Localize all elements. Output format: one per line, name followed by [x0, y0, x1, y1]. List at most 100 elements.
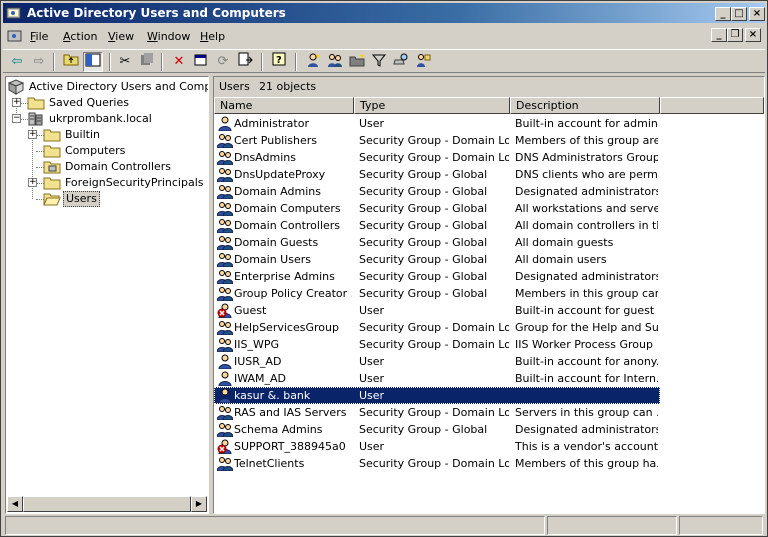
menu-action[interactable]: Action	[63, 30, 97, 43]
user-disabled-icon	[217, 302, 233, 319]
item-type: Security Group - Global	[359, 185, 488, 198]
mdi-restore-button[interactable]: ❐	[727, 28, 743, 42]
tree-horizontal-scrollbar[interactable]: ◀ ▶	[7, 496, 207, 512]
list-item[interactable]: TelnetClients Security Group - Domain Loc…	[214, 455, 660, 472]
list-item[interactable]: SUPPORT_388945a0 User This is a vendor's a…	[214, 438, 660, 455]
console-icon[interactable]	[7, 28, 23, 44]
list-item[interactable]: Domain Computers Security Group - Global A…	[214, 200, 660, 217]
status-panel-1	[5, 516, 545, 535]
list-item[interactable]: Domain Controllers Security Group - Globa…	[214, 217, 660, 234]
list-item[interactable]: Domain Users Security Group - Global All d…	[214, 251, 660, 268]
svg-text:?: ?	[276, 55, 282, 66]
console-tree[interactable]: Active Directory Users and Computers + S…	[5, 76, 209, 514]
list-item[interactable]: Schema Admins Security Group - Global Desi…	[214, 421, 660, 438]
list-item[interactable]: Domain Admins Security Group - Global Desi…	[214, 183, 660, 200]
up-folder-icon[interactable]	[61, 52, 81, 72]
list-item[interactable]: IWAM_AD User Built-in account for Intern..…	[214, 370, 660, 387]
item-name: Domain Guests	[234, 236, 319, 249]
forward-icon[interactable]: ⇨	[29, 52, 49, 72]
item-name: SUPPORT_388945a0	[234, 440, 346, 453]
item-type: Security Group - Global	[359, 168, 488, 181]
list-item[interactable]: Administrator User Built-in account for ad…	[214, 115, 660, 132]
title-bar[interactable]: Active Directory Users and Computers _ □…	[3, 3, 765, 23]
cut-icon[interactable]: ✂	[115, 52, 135, 72]
group-icon	[216, 217, 234, 234]
list-item[interactable]: Cert Publishers Security Group - Domain L…	[214, 132, 660, 149]
menu-window[interactable]: Window	[147, 30, 190, 43]
scroll-thumb[interactable]	[23, 496, 191, 512]
item-description: Members in this group can...	[515, 287, 658, 300]
tree-label-root: Active Directory Users and Computers	[29, 80, 209, 93]
collapse-domain-icon[interactable]: −	[12, 114, 21, 123]
maximize-button[interactable]: □	[731, 7, 747, 21]
item-type: User	[359, 389, 385, 402]
group-icon	[216, 421, 234, 438]
column-description[interactable]: Description	[510, 97, 660, 114]
list-item[interactable]: Domain Guests Security Group - Global All …	[214, 234, 660, 251]
filter-icon[interactable]	[369, 52, 389, 72]
properties-icon[interactable]	[191, 52, 211, 72]
list-item[interactable]: kasur &. bank User	[214, 387, 660, 404]
item-description: Members of this group are...	[515, 134, 658, 147]
aduc-icon	[7, 79, 25, 95]
list-item[interactable]: HelpServicesGroup Security Group - Domain…	[214, 319, 660, 336]
list-item[interactable]: RAS and IAS Servers Security Group - Doma…	[214, 404, 660, 421]
user-icon	[217, 370, 233, 387]
list-item[interactable]: Group Policy Creator ... Security Group -…	[214, 285, 660, 302]
menu-help[interactable]: Help	[200, 30, 225, 43]
new-user-icon[interactable]	[303, 52, 323, 72]
folder-icon	[43, 145, 61, 158]
item-name: Schema Admins	[234, 423, 323, 436]
item-description: All domain controllers in th...	[515, 219, 658, 232]
item-type: Security Group - Global	[359, 423, 488, 436]
scroll-left-button[interactable]: ◀	[7, 496, 23, 512]
item-name: Domain Computers	[234, 202, 341, 215]
help-icon[interactable]: ?	[269, 52, 289, 72]
minimize-button[interactable]: _	[715, 7, 731, 21]
list-item[interactable]: IIS_WPG Security Group - Domain Local IIS …	[214, 336, 660, 353]
user-disabled-icon	[217, 438, 233, 455]
mdi-close-button[interactable]: ×	[745, 28, 761, 42]
item-type: Security Group - Domain Local	[359, 151, 509, 164]
mdi-minimize-button[interactable]: _	[711, 28, 727, 42]
item-description: All domain guests	[515, 236, 614, 249]
expand-saved-queries-icon[interactable]: +	[12, 98, 21, 107]
menu-view[interactable]: View	[108, 30, 134, 43]
column-type[interactable]: Type	[354, 97, 510, 114]
add-to-group-icon[interactable]	[413, 52, 433, 72]
item-description: Designated administrators...	[515, 270, 658, 283]
find-icon[interactable]	[391, 52, 411, 72]
item-description: Built-in account for anony...	[515, 355, 658, 368]
item-description: Built-in account for admini...	[515, 117, 658, 130]
new-ou-icon[interactable]	[347, 52, 367, 72]
menu-file[interactable]: File	[30, 30, 48, 43]
scroll-right-button[interactable]: ▶	[191, 496, 207, 512]
expand-fsp-icon[interactable]: +	[28, 178, 37, 187]
expand-builtin-icon[interactable]: +	[28, 130, 37, 139]
back-icon[interactable]: ⇦	[7, 52, 27, 72]
delete-icon[interactable]: ✕	[169, 52, 189, 72]
toolbar: ⇦ ⇨ ✂ ✕ ⟳ ?	[3, 49, 765, 73]
group-icon	[216, 455, 234, 472]
group-icon	[216, 336, 234, 353]
item-name: HelpServicesGroup	[234, 321, 339, 334]
refresh-icon[interactable]: ⟳	[213, 52, 233, 72]
close-button[interactable]: ×	[749, 7, 765, 21]
list-item[interactable]: IUSR_AD User Built-in account for anony...	[214, 353, 660, 370]
item-description: IIS Worker Process Group	[515, 338, 653, 351]
column-name[interactable]: Name	[214, 97, 354, 114]
item-description: This is a vendor's account ...	[515, 440, 658, 453]
list-item[interactable]: Enterprise Admins Security Group - Global…	[214, 268, 660, 285]
export-list-icon[interactable]	[235, 52, 255, 72]
group-icon	[216, 132, 234, 149]
item-description: DNS clients who are permi...	[515, 168, 658, 181]
folder-icon	[43, 129, 61, 142]
new-group-icon[interactable]	[325, 52, 345, 72]
copy-icon[interactable]	[137, 52, 157, 72]
list-item[interactable]: DnsUpdateProxy Security Group - Global DNS…	[214, 166, 660, 183]
item-type: User	[359, 372, 385, 385]
list-item[interactable]: DnsAdmins Security Group - Domain Local DN…	[214, 149, 660, 166]
show-hide-tree-icon[interactable]	[83, 52, 103, 72]
list-item[interactable]: Guest User Built-in account for guest ...	[214, 302, 660, 319]
item-type: User	[359, 440, 385, 453]
